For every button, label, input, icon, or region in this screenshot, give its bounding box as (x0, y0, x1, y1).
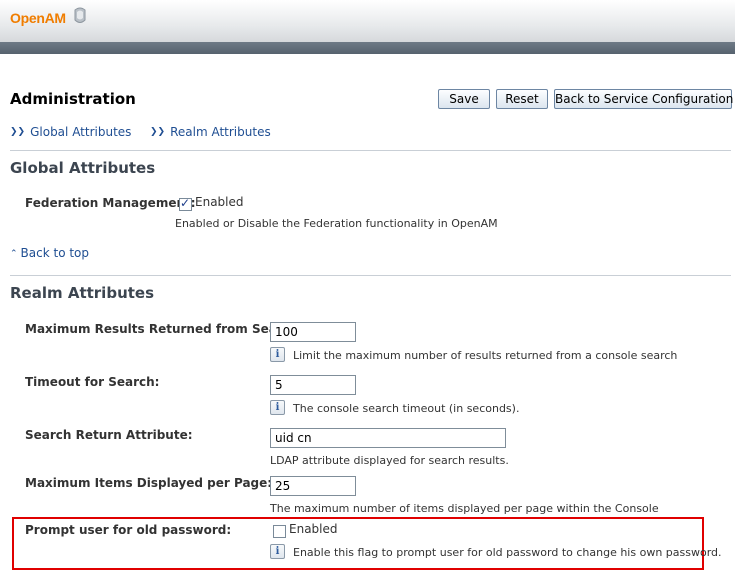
jump-link-label: Global Attributes (30, 125, 132, 139)
prompt-old-password-checkbox[interactable] (273, 525, 286, 538)
search-return-attribute-help-text: LDAP attribute displayed for search resu… (270, 454, 509, 467)
federation-help-text: Enabled or Disable the Federation functi… (175, 217, 498, 230)
section-divider (10, 150, 731, 151)
chevron-up-icon: ⌃ (10, 249, 18, 259)
masthead: OpenAM (0, 0, 735, 42)
timeout-label: Timeout for Search: (25, 375, 160, 389)
section-title-global: Global Attributes (10, 159, 156, 177)
max-items-help-text: The maximum number of items displayed pe… (270, 502, 659, 515)
save-button[interactable]: Save (438, 89, 490, 109)
max-results-input[interactable]: 100 (270, 322, 356, 342)
timeout-input[interactable]: 5 (270, 375, 356, 395)
back-to-service-configuration-button[interactable]: Back to Service Configuration (554, 89, 733, 109)
section-title-realm: Realm Attributes (10, 284, 155, 302)
page-title: Administration (10, 90, 136, 108)
max-items-label: Maximum Items Displayed per Page: (25, 476, 273, 490)
federation-enabled-checkbox[interactable] (179, 196, 192, 211)
info-icon: i (270, 347, 285, 362)
navigation-bar (0, 42, 735, 54)
jump-link-label: Realm Attributes (170, 125, 271, 139)
back-to-top-link[interactable]: ⌃ Back to top (10, 246, 89, 260)
reset-button[interactable]: Reset (496, 89, 548, 109)
info-icon: i (270, 544, 285, 559)
prompt-old-password-label: Prompt user for old password: (25, 523, 232, 537)
info-icon: i (270, 400, 285, 415)
search-return-attribute-input[interactable]: uid cn (270, 428, 506, 448)
prompt-old-password-help-text: Enable this flag to prompt user for old … (293, 546, 722, 559)
jump-link-realm-attributes[interactable]: ❯❯ Realm Attributes (150, 125, 271, 139)
max-items-input[interactable]: 25 (270, 476, 356, 496)
section-divider (10, 275, 731, 276)
openam-logo-mark-icon (74, 7, 86, 23)
back-to-top-label: Back to top (20, 246, 90, 260)
timeout-help-text: The console search timeout (in seconds). (293, 402, 520, 415)
max-results-label: Maximum Results Returned from Search: (25, 322, 304, 336)
prompt-old-password-enabled-label: Enabled (289, 522, 338, 536)
federation-management-label: Federation Management: (25, 196, 196, 210)
federation-enabled-label: Enabled (195, 195, 244, 209)
chevron-down-icon: ❯❯ (10, 127, 26, 137)
max-results-help-text: Limit the maximum number of results retu… (293, 349, 678, 362)
jump-link-global-attributes[interactable]: ❯❯ Global Attributes (10, 125, 131, 139)
openam-logo: OpenAM (10, 10, 66, 26)
search-return-attribute-label: Search Return Attribute: (25, 428, 193, 442)
chevron-down-icon: ❯❯ (150, 127, 166, 137)
